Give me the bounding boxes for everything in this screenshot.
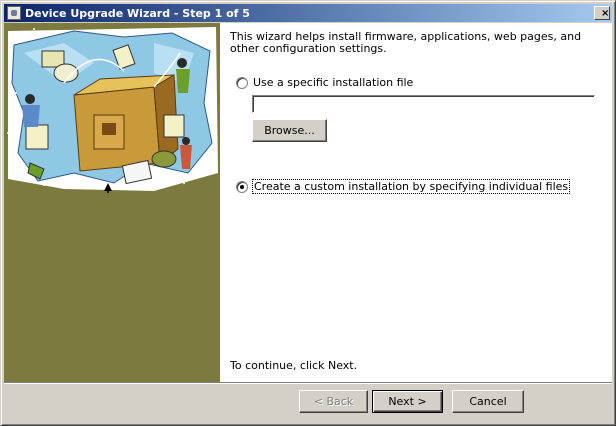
option-custom-installation[interactable]: Create a custom installation by specifyi…: [236, 179, 571, 194]
wizard-window: Device Upgrade Wizard - Step 1 of 5 × Th…: [0, 0, 616, 426]
custom-installation-label[interactable]: Create a custom installation by specifyi…: [251, 179, 571, 194]
installation-file-radio[interactable]: [236, 76, 248, 89]
custom-installation-radio[interactable]: [236, 180, 248, 193]
app-icon: [7, 6, 21, 20]
wizard-illustration: [7, 27, 218, 193]
window-title: Device Upgrade Wizard - Step 1 of 5: [25, 6, 250, 20]
wizard-content: This wizard helps install firmware, appl…: [220, 23, 612, 382]
intro-text: This wizard helps install firmware, appl…: [230, 30, 582, 55]
installation-file-input[interactable]: [252, 95, 595, 113]
wizard-side-panel: [4, 23, 220, 382]
footer-divider: [4, 382, 612, 384]
installation-file-label[interactable]: Use a specific installation file: [253, 76, 413, 89]
close-button[interactable]: ×: [594, 6, 610, 20]
back-button[interactable]: < Back: [299, 390, 368, 413]
option-installation-file[interactable]: Use a specific installation file: [236, 76, 413, 89]
browse-button[interactable]: Browse...: [252, 119, 327, 142]
next-button[interactable]: Next >: [372, 390, 443, 413]
cancel-button[interactable]: Cancel: [452, 390, 524, 413]
title-bar[interactable]: Device Upgrade Wizard - Step 1 of 5 ×: [4, 4, 612, 22]
continue-hint: To continue, click Next.: [230, 359, 358, 372]
